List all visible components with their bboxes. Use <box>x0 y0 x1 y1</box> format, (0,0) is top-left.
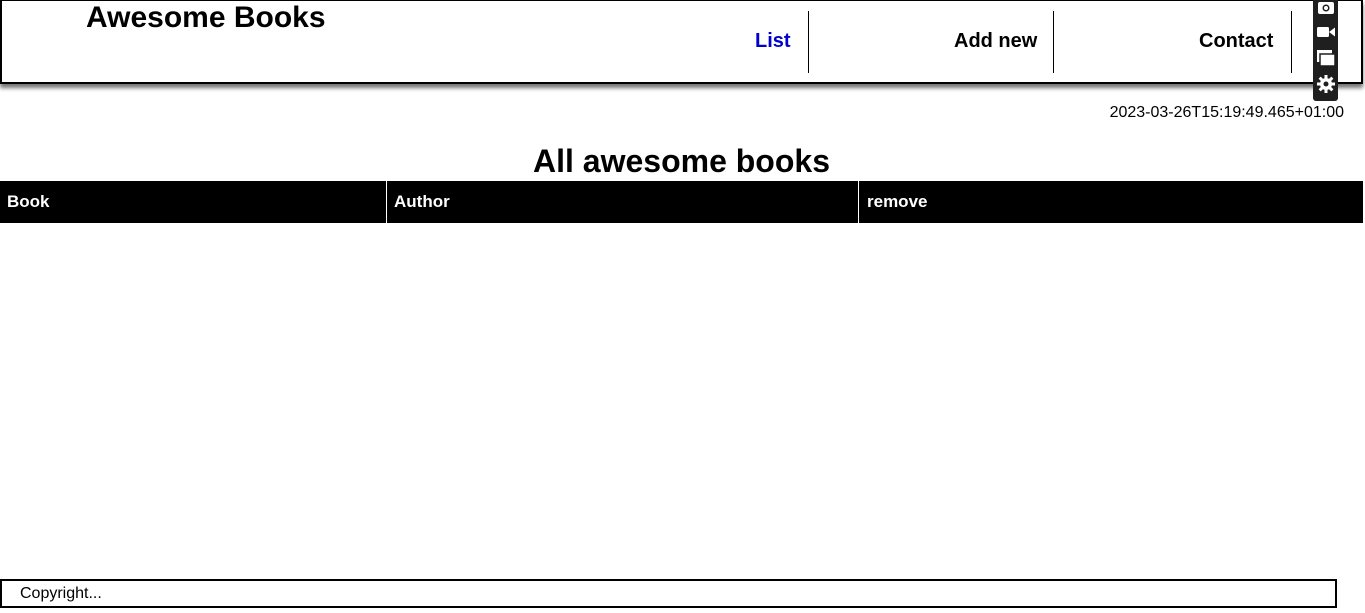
video-icon[interactable] <box>1315 21 1336 42</box>
copyright-text: Copyright... <box>20 585 102 602</box>
windows-icon[interactable] <box>1315 47 1336 68</box>
books-table-header: Book Author remove <box>0 181 1363 223</box>
nav-link-contact[interactable]: Contact <box>1199 29 1273 53</box>
column-header-remove: remove <box>867 192 928 211</box>
nav-link-list[interactable]: List <box>755 29 791 53</box>
nav-divider <box>808 11 809 73</box>
nav-divider <box>1291 11 1292 73</box>
site-logo-title: Awesome Books <box>86 1 326 34</box>
nav-divider <box>1053 11 1054 73</box>
current-datetime: 2023-03-26T15:19:49.465+01:00 <box>1109 104 1344 121</box>
screen-capture-toolbar <box>1313 0 1338 101</box>
nav-link-add-new[interactable]: Add new <box>954 29 1037 53</box>
column-header-book: Book <box>0 181 387 223</box>
column-header-author: Author <box>387 181 859 223</box>
site-footer: Copyright... <box>0 579 1337 608</box>
camera-icon[interactable] <box>1315 0 1336 17</box>
page-title: All awesome books <box>533 143 830 179</box>
site-header: Awesome Books List Add new Contact <box>0 0 1363 84</box>
gear-icon[interactable] <box>1315 73 1336 94</box>
